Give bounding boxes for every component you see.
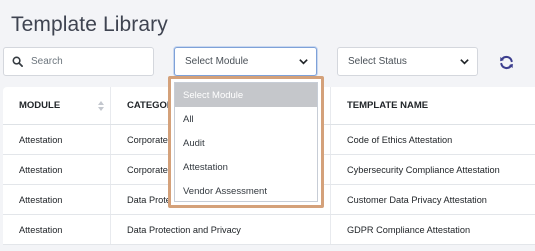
- search-input[interactable]: [31, 56, 141, 67]
- cell-template-name[interactable]: GDPR Compliance Attestation: [331, 215, 535, 244]
- dropdown-option-all[interactable]: All: [175, 107, 317, 131]
- search-box[interactable]: [3, 47, 154, 76]
- module-select-value: Select Module: [185, 56, 249, 67]
- cell-template-name[interactable]: Cybersecurity Compliance Attestation: [331, 155, 535, 184]
- dropdown-option-attestation[interactable]: Attestation: [175, 155, 317, 179]
- cell-template-name[interactable]: Customer Data Privacy Attestation: [331, 185, 535, 214]
- dropdown-option-select-module[interactable]: Select Module: [175, 83, 317, 107]
- column-header-module[interactable]: MODULE: [3, 87, 111, 124]
- table-row[interactable]: Attestation Data Protection and Privacy …: [3, 215, 535, 245]
- column-header-label: TEMPLATE NAME: [347, 100, 429, 111]
- cell-module: Attestation: [3, 155, 111, 184]
- cell-category: Data Protection and Privacy: [111, 215, 331, 244]
- sort-icon[interactable]: [98, 101, 104, 111]
- status-select[interactable]: Select Status: [337, 47, 478, 76]
- module-dropdown-list: Select Module All Audit Attestation Vend…: [174, 82, 318, 202]
- module-select[interactable]: Select Module: [174, 47, 317, 76]
- cell-template-name[interactable]: Code of Ethics Attestation: [331, 125, 535, 154]
- chevron-down-icon: [299, 59, 308, 65]
- dropdown-option-audit[interactable]: Audit: [175, 131, 317, 155]
- status-select-value: Select Status: [348, 56, 407, 67]
- refresh-button[interactable]: [496, 52, 516, 72]
- refresh-icon: [499, 55, 513, 69]
- search-icon: [12, 56, 23, 67]
- column-header-label: MODULE: [19, 100, 61, 111]
- page-title: Template Library: [11, 13, 168, 36]
- cell-module: Attestation: [3, 125, 111, 154]
- cell-module: Attestation: [3, 185, 111, 214]
- module-dropdown-menu: Select Module All Audit Attestation Vend…: [168, 76, 324, 208]
- cell-module: Attestation: [3, 215, 111, 244]
- column-header-template-name[interactable]: TEMPLATE NAME: [331, 87, 535, 124]
- dropdown-option-vendor-assessment[interactable]: Vendor Assessment: [175, 179, 317, 203]
- chevron-down-icon: [460, 59, 469, 65]
